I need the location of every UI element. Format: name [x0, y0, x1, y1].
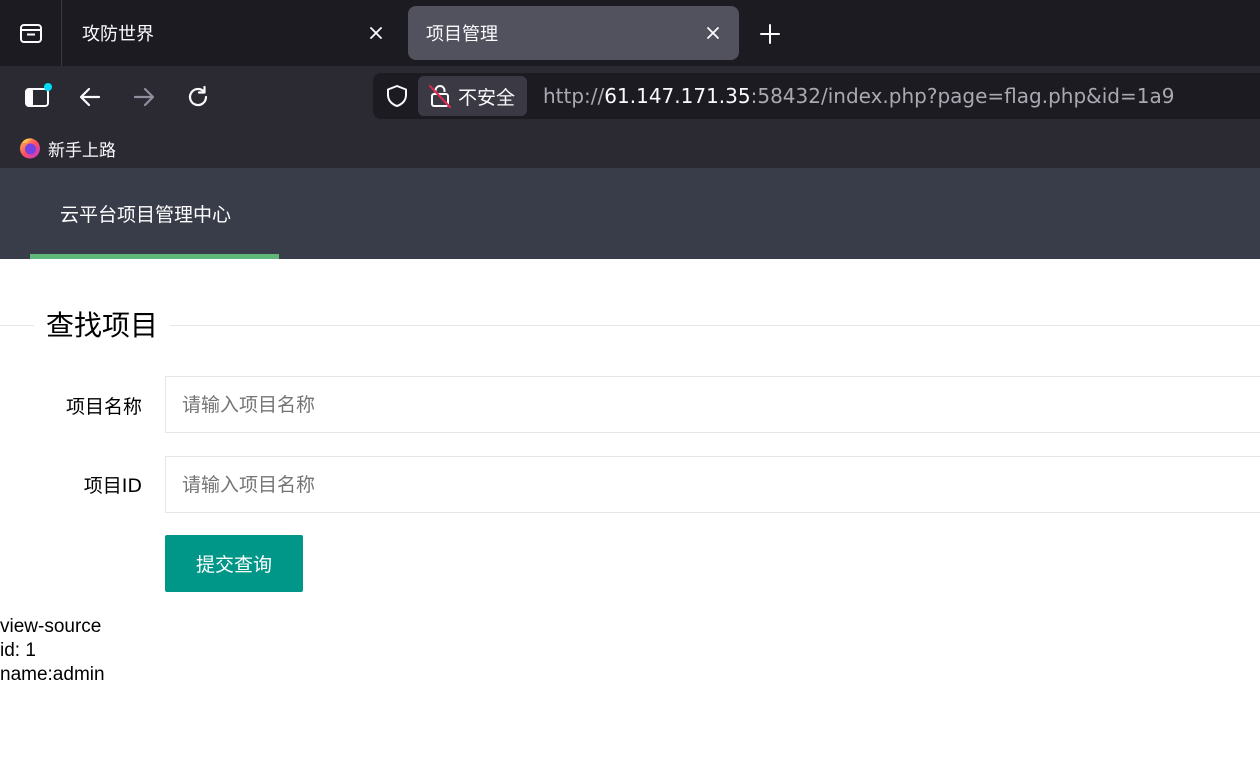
- reload-button[interactable]: [181, 80, 215, 114]
- bookmarks-toolbar: 新手上路: [0, 128, 1260, 168]
- bookmark-label: 新手上路: [48, 140, 116, 161]
- url-path: :58432/index.php?page=flag.php&id=1a9: [750, 84, 1175, 108]
- broken-lock-icon: [429, 85, 451, 108]
- forward-button[interactable]: [127, 80, 161, 114]
- tab-list-icon: [19, 24, 42, 43]
- firefox-icon: [20, 138, 40, 159]
- plus-icon: [760, 24, 780, 44]
- shield-icon: [387, 85, 407, 107]
- nav-active-indicator: [30, 254, 279, 259]
- tab-project-management[interactable]: 项目管理: [408, 6, 739, 60]
- url-host: 61.147.171.35: [604, 84, 751, 108]
- query-result: view-source id: 1 name:admin: [0, 615, 105, 687]
- sidebar-icon: [25, 83, 52, 107]
- nav-item-cloud-platform[interactable]: 云平台项目管理中心: [30, 168, 279, 259]
- url-text[interactable]: http://61.147.171.35:58432/index.php?pag…: [543, 73, 1174, 119]
- fieldset-divider: [0, 325, 1260, 326]
- navigation-toolbar: 不安全 http://61.147.171.35:58432/index.php…: [0, 66, 1260, 128]
- arrow-left-icon: [79, 87, 101, 107]
- address-bar[interactable]: 不安全 http://61.147.171.35:58432/index.php…: [373, 73, 1260, 119]
- result-line: name:admin: [0, 664, 105, 685]
- url-scheme: http://: [543, 84, 605, 108]
- tab-bar: 攻防世界 项目管理: [0, 0, 1260, 66]
- nav-item-label: 云平台项目管理中心: [60, 204, 232, 226]
- project-name-input[interactable]: [165, 376, 1260, 433]
- insecure-label: 不安全: [458, 86, 516, 109]
- tab-title: 攻防世界: [82, 24, 154, 45]
- project-id-label: 项目ID: [83, 475, 142, 497]
- close-icon: [707, 27, 719, 39]
- bookmark-getting-started[interactable]: 新手上路: [18, 134, 116, 162]
- tab-close-button[interactable]: [699, 19, 727, 47]
- sidebar-toggle-button[interactable]: [20, 80, 54, 114]
- tab-attack-defense-world[interactable]: 攻防世界: [64, 6, 402, 60]
- arrow-right-icon: [133, 87, 155, 107]
- reload-icon: [188, 85, 208, 107]
- fieldset-legend: 查找项目: [34, 304, 171, 344]
- result-line: view-source: [0, 616, 102, 637]
- result-line: id: 1: [0, 640, 36, 661]
- project-id-input[interactable]: [165, 456, 1260, 513]
- close-icon: [370, 27, 382, 39]
- tab-close-button[interactable]: [362, 19, 390, 47]
- project-name-label: 项目名称: [65, 396, 142, 418]
- tab-title: 项目管理: [426, 24, 498, 45]
- back-button[interactable]: [73, 80, 107, 114]
- site-header: 云平台项目管理中心: [0, 168, 1260, 259]
- tracking-protection-button[interactable]: [383, 82, 411, 110]
- submit-query-button[interactable]: 提交查询: [165, 535, 303, 592]
- tab-overview-button[interactable]: [0, 0, 62, 66]
- new-tab-button[interactable]: [754, 18, 786, 50]
- connection-insecure-badge[interactable]: 不安全: [418, 76, 528, 116]
